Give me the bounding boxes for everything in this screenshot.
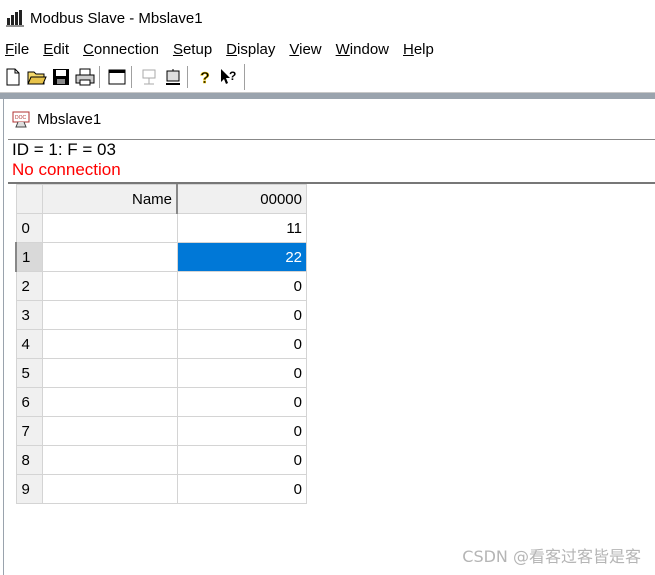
- register-value-cell[interactable]: 0: [176, 474, 307, 504]
- register-value-cell[interactable]: 0: [176, 358, 307, 388]
- name-cell[interactable]: [42, 445, 178, 475]
- row-index[interactable]: 8: [15, 445, 43, 475]
- window-title: Modbus Slave - Mbslave1: [30, 9, 203, 27]
- info-panel: ID = 1: F = 03 No connection: [8, 139, 655, 184]
- register-value-cell[interactable]: 11: [176, 213, 307, 243]
- menu-bar: File Edit Connection Setup Display View Window…: [0, 38, 655, 60]
- menu-display[interactable]: Display: [221, 41, 284, 58]
- table-row: 1 22: [15, 242, 307, 272]
- menu-help[interactable]: Help: [398, 41, 443, 58]
- connection-status: No connection: [12, 160, 121, 179]
- menu-file[interactable]: File: [0, 41, 38, 58]
- register-value-cell[interactable]: 0: [176, 387, 307, 417]
- name-cell[interactable]: [42, 300, 178, 330]
- svg-text:?: ?: [229, 69, 236, 83]
- name-cell[interactable]: [42, 242, 178, 272]
- menu-edit[interactable]: Edit: [38, 41, 78, 58]
- name-cell[interactable]: [42, 271, 178, 301]
- context-help-icon[interactable]: ?: [218, 66, 240, 88]
- toolbar-separator: [187, 66, 189, 88]
- table-row: 50: [15, 358, 307, 388]
- table-row: 20: [15, 271, 307, 301]
- toolbar: ? ?: [0, 62, 655, 93]
- table-row: 40: [15, 329, 307, 359]
- menu-view[interactable]: View: [284, 41, 330, 58]
- new-file-icon[interactable]: [2, 66, 24, 88]
- row-index[interactable]: 6: [15, 387, 43, 417]
- name-cell[interactable]: [42, 213, 178, 243]
- document-icon: DOC: [12, 110, 30, 128]
- register-value-cell[interactable]: 0: [176, 416, 307, 446]
- connect-icon[interactable]: [138, 66, 160, 88]
- name-column-header[interactable]: Name: [42, 184, 178, 214]
- row-index[interactable]: 9: [15, 474, 43, 504]
- register-grid: Name 00000 0 11 1 22 2 0 3 0 4 0 5 0 6 0 7 0 8 0 9 0: [15, 184, 307, 504]
- open-folder-icon[interactable]: [26, 66, 48, 88]
- table-row: 90: [15, 474, 307, 504]
- row-index[interactable]: 1: [15, 242, 43, 272]
- table-row: 60: [15, 387, 307, 417]
- slave-id-function: ID = 1: F = 03: [12, 140, 116, 159]
- register-value-cell[interactable]: 0: [176, 445, 307, 475]
- name-cell[interactable]: [42, 474, 178, 504]
- watermark: CSDN @看客过客皆是客: [462, 547, 641, 566]
- register-value-cell[interactable]: 0: [176, 300, 307, 330]
- name-cell[interactable]: [42, 358, 178, 388]
- toolbar-separator: [99, 66, 101, 88]
- table-row: 30: [15, 300, 307, 330]
- name-cell[interactable]: [42, 387, 178, 417]
- save-disk-icon[interactable]: [50, 66, 72, 88]
- menu-setup[interactable]: Setup: [168, 41, 221, 58]
- window-icon[interactable]: [106, 66, 128, 88]
- row-index[interactable]: 7: [15, 416, 43, 446]
- name-cell[interactable]: [42, 329, 178, 359]
- table-row: 0 11: [15, 213, 307, 243]
- svg-text:?: ?: [200, 70, 210, 86]
- menu-connection[interactable]: Connection: [78, 41, 168, 58]
- table-row: 70: [15, 416, 307, 446]
- address-column-header[interactable]: 00000: [176, 184, 307, 214]
- title-bar[interactable]: Modbus Slave - Mbslave1: [0, 0, 655, 36]
- grid-corner: [15, 184, 43, 214]
- row-index[interactable]: 3: [15, 300, 43, 330]
- name-cell[interactable]: [42, 416, 178, 446]
- table-row: 80: [15, 445, 307, 475]
- row-index[interactable]: 2: [15, 271, 43, 301]
- print-icon[interactable]: [74, 66, 96, 88]
- mdi-child-window: DOC Mbslave1 ID = 1: F = 03 No connectio…: [3, 99, 655, 575]
- register-value-cell[interactable]: 0: [176, 271, 307, 301]
- toolbar-end: [244, 64, 247, 90]
- modbus-app-icon: [6, 9, 24, 27]
- row-index[interactable]: 4: [15, 329, 43, 359]
- disconnect-icon[interactable]: [162, 66, 184, 88]
- svg-text:DOC: DOC: [15, 115, 27, 121]
- register-value-cell[interactable]: 22: [176, 242, 307, 272]
- row-index[interactable]: 0: [15, 213, 43, 243]
- register-value-cell[interactable]: 0: [176, 329, 307, 359]
- menu-window[interactable]: Window: [331, 41, 398, 58]
- help-icon[interactable]: ?: [194, 66, 216, 88]
- child-title: Mbslave1: [37, 110, 102, 128]
- child-title-bar[interactable]: DOC Mbslave1: [4, 99, 655, 139]
- row-index[interactable]: 5: [15, 358, 43, 388]
- toolbar-separator: [131, 66, 133, 88]
